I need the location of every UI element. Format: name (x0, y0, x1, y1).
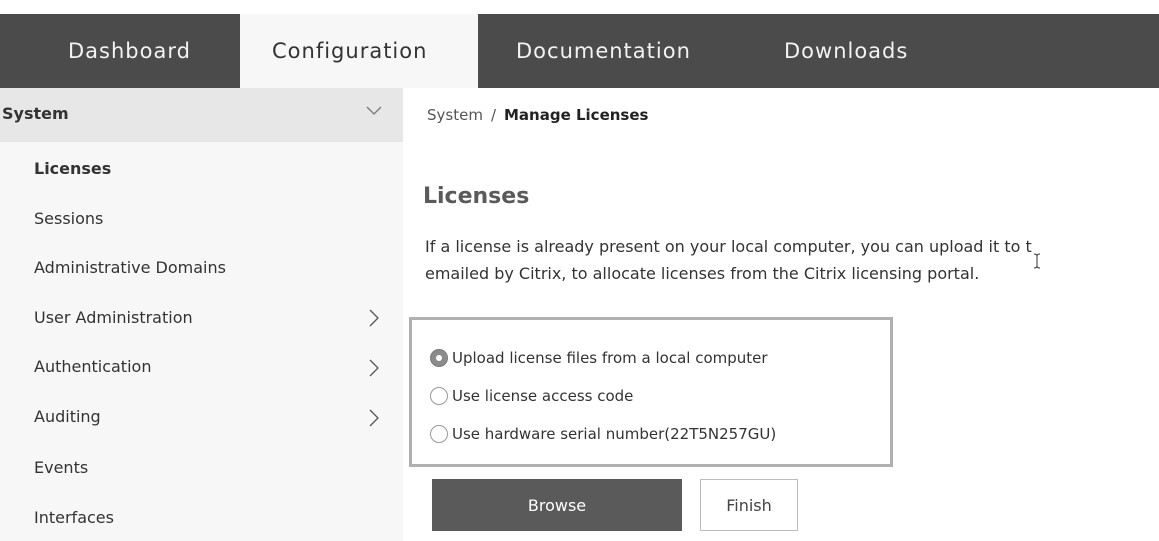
breadcrumb-current: Manage Licenses (504, 106, 649, 124)
option-access-code-label: Use license access code (452, 387, 634, 405)
tab-documentation[interactable]: Documentation (478, 14, 754, 88)
chevron-right-icon[interactable] (368, 358, 380, 383)
chevron-right-icon[interactable] (368, 308, 380, 333)
breadcrumb-separator: / (490, 106, 496, 124)
tab-configuration[interactable]: Configuration (240, 14, 478, 88)
option-access-code[interactable]: Use license access code (430, 384, 633, 408)
license-options-group: Upload license files from a local comput… (409, 317, 893, 467)
top-navigation: Dashboard Configuration Documentation Do… (0, 14, 1159, 88)
sidebar-section-title: System (2, 104, 69, 123)
description-line-1: If a license is already present on your … (425, 237, 1032, 256)
breadcrumb-root[interactable]: System (427, 106, 483, 124)
sidebar-item-sessions[interactable]: Sessions (34, 209, 103, 228)
tab-dashboard[interactable]: Dashboard (0, 14, 240, 88)
browse-button[interactable]: Browse (432, 479, 682, 531)
tab-downloads[interactable]: Downloads (754, 14, 994, 88)
sidebar-item-events[interactable]: Events (34, 458, 88, 477)
sidebar-item-authentication[interactable]: Authentication (34, 357, 151, 376)
option-hardware-serial-label: Use hardware serial number(22T5N257GU) (452, 425, 777, 443)
radio-upload-files[interactable] (430, 349, 448, 367)
main-content: System / Manage Licenses Licenses If a lic… (403, 88, 1159, 541)
chevron-down-icon[interactable] (366, 102, 382, 122)
sidebar: System Licenses Sessions Administrative … (0, 88, 403, 541)
sidebar-item-user-administration[interactable]: User Administration (34, 308, 193, 327)
page-title: Licenses (423, 184, 530, 209)
radio-hardware-serial[interactable] (430, 425, 448, 443)
sidebar-item-licenses[interactable]: Licenses (34, 159, 111, 178)
text-cursor-icon (1033, 253, 1041, 273)
radio-access-code[interactable] (430, 387, 448, 405)
option-upload-files-label: Upload license files from a local comput… (452, 349, 768, 367)
page-description: If a license is already present on your … (425, 233, 1159, 287)
option-upload-files[interactable]: Upload license files from a local comput… (430, 346, 768, 370)
sidebar-item-auditing[interactable]: Auditing (34, 407, 101, 426)
sidebar-item-administrative-domains[interactable]: Administrative Domains (34, 258, 226, 277)
description-line-2: emailed by Citrix, to allocate licenses … (425, 264, 980, 283)
option-hardware-serial[interactable]: Use hardware serial number(22T5N257GU) (430, 422, 776, 446)
sidebar-item-interfaces[interactable]: Interfaces (34, 508, 114, 527)
finish-button[interactable]: Finish (700, 479, 798, 531)
sidebar-section-system[interactable]: System (0, 88, 403, 142)
top-strip (0, 0, 1159, 14)
breadcrumb: System / Manage Licenses (427, 106, 648, 124)
chevron-right-icon[interactable] (368, 408, 380, 433)
